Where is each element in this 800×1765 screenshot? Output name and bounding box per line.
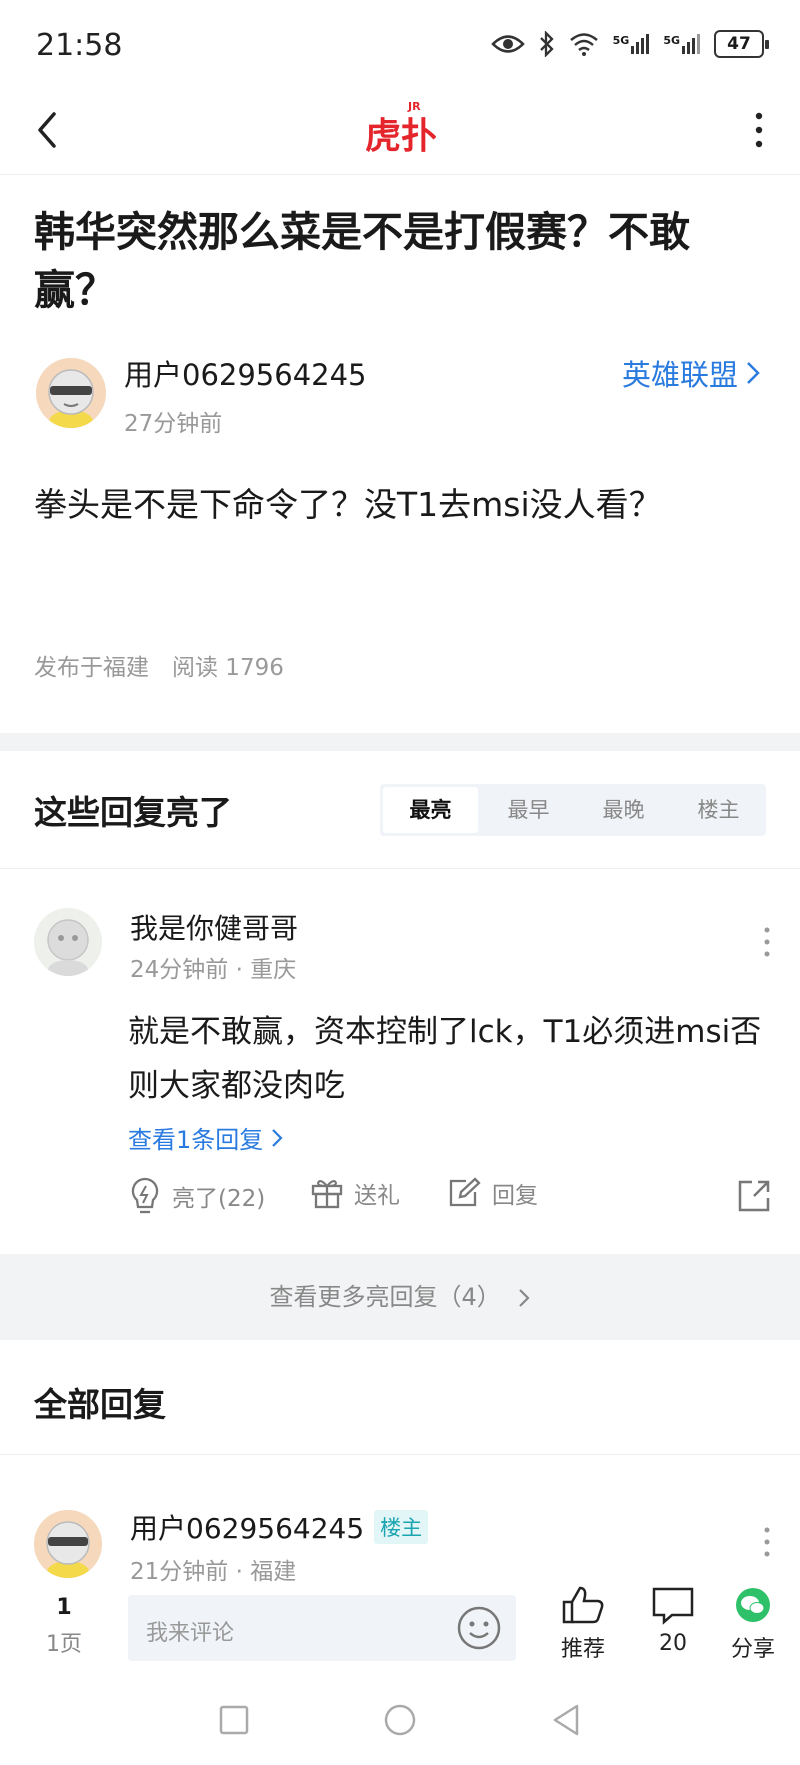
page-number: 1 — [56, 1595, 72, 1620]
highlight-section-title: 这些回复亮了 — [34, 793, 232, 832]
share-button[interactable]: 分享 — [728, 1585, 778, 1663]
section-divider — [0, 733, 800, 751]
back-nav-icon[interactable] — [550, 1703, 582, 1737]
chevron-right-icon — [272, 1128, 283, 1147]
system-nav — [0, 1675, 800, 1765]
comment-body: 就是不敢赢，资本控制了lck，T1必须进msi否则大家都没肉吃 — [128, 1014, 762, 1104]
status-bar: 21:58 5G 5G 47 — [0, 0, 800, 90]
more-highlights-button[interactable]: 查看更多亮回复（4） — [0, 1254, 800, 1340]
emoji-icon[interactable] — [456, 1605, 502, 1651]
top-nav: 虎扑 JR — [0, 90, 800, 175]
op-badge: 楼主 — [374, 1510, 429, 1544]
thumbs-up-icon — [562, 1586, 604, 1624]
sunglasses-avatar-icon — [34, 1510, 102, 1578]
tab-hottest[interactable]: 最亮 — [383, 787, 478, 833]
more-highlights-label: 查看更多亮回复（4） — [269, 1283, 501, 1311]
post-author-name[interactable]: 用户0629564245 — [124, 352, 367, 394]
page-label: 1页 — [46, 1632, 82, 1657]
share-label: 分享 — [730, 1637, 775, 1662]
wifi-icon — [569, 33, 598, 56]
gift-button[interactable]: 送礼 — [310, 1176, 400, 1210]
lightbulb-icon — [131, 1177, 159, 1214]
gift-icon — [311, 1180, 343, 1209]
gray-avatar-icon — [34, 908, 102, 976]
back-button[interactable] — [30, 108, 70, 152]
divider-line — [0, 1454, 800, 1455]
comment-avatar[interactable] — [34, 908, 102, 976]
post-title: 韩华突然那么菜是不是打假赛？不敢赢？ — [34, 208, 690, 314]
reply-button[interactable]: 回复 — [446, 1176, 538, 1210]
reply-meta: 21分钟前 · 福建 — [130, 1559, 297, 1585]
signal-icon-1: 5G — [613, 34, 650, 54]
bluetooth-icon — [539, 31, 554, 57]
logo-text: 虎扑 — [366, 116, 436, 157]
status-icons: 5G 5G 47 — [490, 30, 769, 58]
view-replies-label: 查看1条回复 — [128, 1126, 264, 1154]
like-button[interactable]: 亮了(22) — [128, 1176, 265, 1216]
reply-label: 回复 — [492, 1183, 538, 1209]
tab-latest[interactable]: 最晚 — [576, 784, 671, 836]
kebab-menu-icon — [755, 112, 763, 148]
share-comment-button[interactable] — [736, 1178, 772, 1218]
kebab-menu-icon — [764, 927, 770, 957]
view-replies-link[interactable]: 查看1条回复 — [128, 1120, 283, 1155]
comment-meta: 24分钟前 · 重庆 — [130, 957, 297, 983]
chevron-right-icon — [519, 1289, 531, 1307]
signal-icon-2: 5G — [663, 34, 700, 54]
comment-author-name[interactable]: 我是你健哥哥 — [130, 907, 298, 947]
kebab-menu-icon — [764, 1527, 770, 1557]
home-icon[interactable] — [383, 1703, 417, 1737]
logo-tag: JR — [407, 100, 421, 113]
recommend-label: 推荐 — [560, 1637, 605, 1662]
post-meta: 发布于福建 阅读 1796 — [34, 655, 284, 681]
comment-count: 20 — [659, 1631, 687, 1656]
recent-apps-icon[interactable] — [218, 1704, 250, 1736]
comment-bubble-icon — [652, 1587, 694, 1625]
sunglasses-avatar-icon — [36, 358, 106, 428]
forum-link[interactable]: 英雄联盟 — [622, 352, 760, 394]
gift-label: 送礼 — [354, 1183, 400, 1209]
comment-input[interactable]: 我来评论 — [128, 1595, 516, 1661]
comment-more-button[interactable] — [760, 924, 774, 964]
chevron-left-icon — [38, 112, 56, 148]
comment-input-placeholder: 我来评论 — [146, 1621, 235, 1646]
wechat-icon — [736, 1588, 770, 1622]
comment-actions: 亮了(22) 送礼 回复 — [128, 1176, 770, 1222]
battery-icon: 47 — [714, 30, 769, 58]
forum-link-label: 英雄联盟 — [621, 358, 738, 392]
post-time: 27分钟前 — [124, 411, 223, 437]
sort-tabs: 最亮 最早 最晚 楼主 — [380, 784, 766, 836]
reply-more-button[interactable] — [760, 1524, 774, 1564]
hupu-logo: 虎扑 JR — [365, 96, 437, 160]
tab-earliest[interactable]: 最早 — [481, 784, 576, 836]
recommend-button[interactable]: 推荐 — [555, 1585, 611, 1663]
status-time: 21:58 — [36, 28, 123, 63]
page-indicator[interactable]: 1 1页 — [44, 1585, 84, 1658]
reply-author-row: 用户0629564245 楼主 — [130, 1507, 429, 1547]
share-external-icon — [738, 1180, 770, 1212]
tab-op-only[interactable]: 楼主 — [671, 784, 766, 836]
avatar[interactable] — [36, 358, 106, 428]
all-replies-title: 全部回复 — [34, 1385, 166, 1424]
eye-icon — [490, 35, 525, 53]
comments-button[interactable]: 20 — [648, 1585, 698, 1656]
chevron-right-icon — [747, 362, 760, 384]
post-body: 拳头是不是下命令了？没T1去msi没人看？ — [34, 485, 662, 524]
reply-avatar[interactable] — [34, 1510, 102, 1578]
like-label: 亮了(22) — [172, 1186, 266, 1212]
more-options-button[interactable] — [744, 106, 774, 156]
edit-icon — [449, 1177, 481, 1207]
reply-author-name[interactable]: 用户0629564245 — [130, 1507, 364, 1547]
bottom-bar: 1 1页 我来评论 推荐 20 分享 — [0, 1585, 800, 1667]
divider-line — [0, 868, 800, 869]
